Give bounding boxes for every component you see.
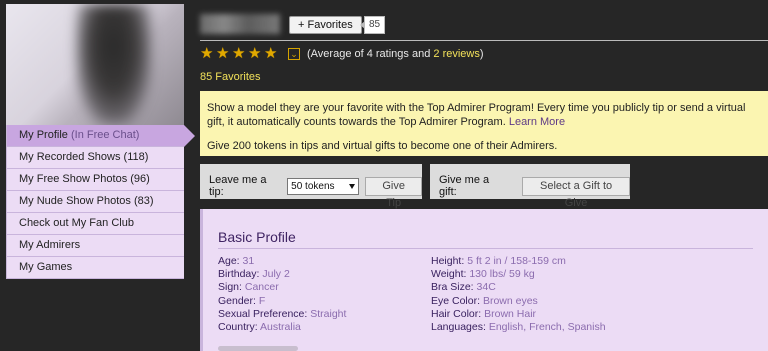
model-name-blurred — [200, 14, 280, 34]
field-value: July 2 — [262, 268, 290, 281]
profile-field-hair-color: Hair Color: Brown Hair — [431, 308, 644, 321]
top-admirer-banner: Show a model they are your favorite with… — [200, 91, 768, 156]
favorites-count-badge: 85 — [359, 16, 386, 34]
profile-sidebar-menu: My Profile (In Free Chat) My Recorded Sh… — [6, 125, 195, 279]
profile-field-birthday: Birthday: July 2 — [218, 268, 431, 281]
sidebar-item-label: My Games — [19, 261, 73, 273]
banner-paragraph: Show a model they are your favorite with… — [207, 101, 761, 129]
profile-title-divider — [218, 248, 753, 249]
give-tip-button[interactable]: Give Tip — [365, 176, 422, 209]
profile-left-column: Age: 31 Birthday: July 2 Sign: Cancer Ge… — [218, 255, 431, 334]
sidebar-item-free-show-photos[interactable]: My Free Show Photos (96) — [7, 169, 184, 191]
sidebar-item-nude-show-photos[interactable]: My Nude Show Photos (83) — [7, 191, 184, 213]
profile-field-height: Height: 5 ft 2 in / 158-159 cm — [431, 255, 644, 268]
sidebar-item-label: My Recorded Shows (118) — [19, 151, 149, 163]
header-divider — [200, 40, 768, 41]
profile-field-weight: Weight: 130 lbs/ 59 kg — [431, 268, 644, 281]
sidebar-item-recorded-shows[interactable]: My Recorded Shows (118) — [7, 147, 184, 169]
star-icon: ★ — [200, 45, 214, 62]
field-label: Hair Color: — [431, 307, 482, 320]
field-label: Bra Size: — [431, 281, 474, 294]
sidebar-item-status: (In Free Chat) — [70, 129, 140, 141]
add-favorite-button[interactable]: + Favorites — [289, 16, 362, 34]
sidebar-item-games[interactable]: My Games — [7, 257, 184, 279]
field-value: Brown eyes — [482, 294, 538, 307]
rating-summary-text: (Average of 4 ratings and — [307, 48, 434, 60]
field-label: Eye Color: — [431, 294, 481, 307]
profile-field-eye-color: Eye Color: Brown eyes — [431, 295, 644, 308]
star-icon: ★ — [216, 45, 230, 62]
banner-text: Show a model they are your favorite with… — [207, 102, 746, 128]
rating-summary-close: ) — [479, 48, 484, 60]
dropdown-caret-icon — [349, 183, 356, 189]
chevron-down-icon[interactable]: ⌄ — [288, 48, 300, 60]
sidebar-item-label: My Admirers — [19, 239, 81, 251]
field-value: Australia — [260, 321, 301, 334]
rating-stars[interactable]: ★ ★ ★ ★ ★ — [200, 46, 279, 62]
profile-field-languages: Languages: English, French, Spanish — [431, 321, 644, 334]
rating-summary: (Average of 4 ratings and 2 reviews) — [307, 48, 484, 60]
star-icon: ★ — [264, 45, 278, 62]
sidebar-item-fan-club[interactable]: Check out My Fan Club — [7, 213, 184, 235]
sidebar-item-my-profile[interactable]: My Profile (In Free Chat) — [7, 125, 195, 147]
banner-requirement: Give 200 tokens in tips and virtual gift… — [207, 140, 558, 152]
field-label: Gender: — [218, 294, 256, 307]
basic-profile-panel: Basic Profile Age: 31 Birthday: July 2 S… — [200, 209, 768, 351]
sidebar-item-label: My Free Show Photos (96) — [19, 173, 150, 185]
field-label: Country: — [218, 321, 258, 334]
profile-field-age: Age: 31 — [218, 255, 431, 268]
field-label: Age: — [218, 255, 240, 267]
reviews-link[interactable]: 2 reviews — [433, 48, 479, 60]
field-value: 130 lbs/ 59 kg — [469, 268, 535, 281]
tip-bar: Leave me a tip: 50 tokens Give Tip — [200, 164, 422, 209]
profile-field-country: Country: Australia — [218, 321, 431, 334]
tip-amount-value: 50 tokens — [291, 180, 335, 192]
star-icon: ★ — [248, 45, 262, 62]
field-label: Sign: — [218, 281, 242, 294]
basic-profile-title: Basic Profile — [218, 229, 296, 245]
field-value: Straight — [310, 307, 347, 320]
profile-field-sexual-preference: Sexual Preference: Straight — [218, 308, 431, 321]
tip-amount-select[interactable]: 50 tokens — [287, 177, 360, 195]
profile-field-bra-size: Bra Size: 34C — [431, 281, 644, 294]
sidebar-item-label: My Profile — [19, 129, 68, 141]
field-value: 34C — [476, 281, 496, 294]
field-value: English, French, Spanish — [488, 321, 606, 334]
profile-field-sign: Sign: Cancer — [218, 281, 431, 294]
learn-more-link[interactable]: Learn More — [509, 116, 565, 128]
gift-label: Give me a gift: — [439, 174, 490, 198]
select-gift-button[interactable]: Select a Gift to Give — [522, 176, 630, 209]
field-value: F — [258, 294, 266, 307]
field-label: Sexual Preference: — [218, 307, 308, 320]
field-value: Brown Hair — [484, 307, 537, 320]
sidebar-item-admirers[interactable]: My Admirers — [7, 235, 184, 257]
star-icon: ★ — [232, 45, 246, 62]
profile-right-column: Height: 5 ft 2 in / 158-159 cm Weight: 1… — [431, 255, 644, 334]
field-value: 5 ft 2 in / 158-159 cm — [467, 255, 566, 267]
gift-bar: Give me a gift: Select a Gift to Give — [430, 164, 630, 209]
field-value: 31 — [242, 255, 255, 267]
field-label: Birthday: — [218, 268, 260, 281]
content-fade-hint — [218, 346, 298, 351]
model-silhouette — [76, 4, 151, 125]
sidebar-item-label: My Nude Show Photos (83) — [19, 195, 154, 207]
model-photo[interactable] — [6, 4, 184, 125]
field-label: Languages: — [431, 321, 486, 334]
tip-label: Leave me a tip: — [209, 174, 267, 198]
field-value: Cancer — [244, 281, 279, 294]
field-label: Weight: — [431, 268, 467, 281]
favorites-total: 85 Favorites — [200, 71, 261, 83]
field-label: Height: — [431, 255, 465, 267]
sidebar-item-label: Check out My Fan Club — [19, 217, 134, 229]
profile-field-gender: Gender: F — [218, 295, 431, 308]
